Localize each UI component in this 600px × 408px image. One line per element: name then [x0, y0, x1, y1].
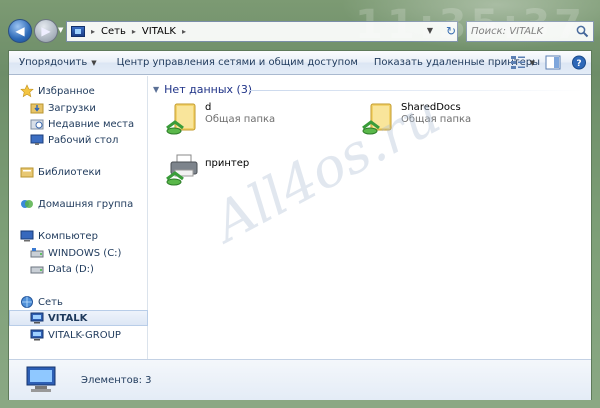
window-frame: 11:35:37 ◀ ▶ ▼ ▸ Сеть ▸ VITALK ▸ ▼ ↻ Пои… [0, 0, 600, 408]
desktop-icon [30, 134, 44, 145]
file-list-pane: ▼ Нет данных (3) d Общая папка SharedDoc… [149, 76, 592, 359]
sidebar-item-label: Избранное [38, 85, 95, 97]
sidebar-item-favorites[interactable]: Избранное [9, 83, 148, 99]
recent-places-icon [30, 119, 44, 130]
tile-name: d [205, 102, 212, 113]
sidebar-item-desktop[interactable]: Рабочий стол [9, 132, 148, 148]
sidebar-item-label: WINDOWS (C:) [48, 247, 122, 259]
help-button[interactable]: ? [571, 55, 587, 70]
tile-shared-folder-shareddocs[interactable]: SharedDocs Общая папка [361, 102, 471, 136]
sidebar-item-homegroup[interactable]: Домашняя группа [9, 196, 148, 212]
shared-folder-icon [362, 103, 392, 135]
forward-button[interactable]: ▶ [34, 19, 58, 43]
network-computer-icon [26, 366, 56, 392]
sidebar-item-label: VITALK-GROUP [48, 329, 121, 341]
sidebar-item-drive-d[interactable]: Data (D:) [9, 261, 148, 277]
chevron-right-icon[interactable]: ▸ [132, 27, 136, 36]
drive-icon [30, 248, 44, 258]
sidebar-item-network[interactable]: Сеть [9, 294, 148, 310]
homegroup-icon [21, 200, 33, 208]
explorer-window: Упорядочить ▼ Центр управления сетями и о… [8, 50, 592, 400]
chevron-right-icon[interactable]: ▸ [182, 27, 186, 36]
group-header-label: Нет данных (3) [164, 83, 253, 96]
tile-shared-printer[interactable]: принтер [165, 152, 249, 186]
svg-text:?: ? [576, 59, 581, 69]
search-input[interactable]: Поиск: VITALK [466, 21, 594, 42]
navigation-pane: Избранное Загрузки Недавние места Рабочи… [9, 76, 148, 359]
sidebar-item-label: Недавние места [48, 118, 135, 130]
sidebar-item-label: Сеть [38, 296, 63, 308]
preview-pane-button[interactable] [545, 55, 561, 70]
tile-subtitle: Общая папка [205, 114, 276, 125]
search-icon[interactable] [576, 25, 589, 38]
group-header[interactable]: ▼ Нет данных (3) [153, 83, 252, 96]
toolbar-right-group: ▼ ? [510, 55, 587, 70]
group-divider [249, 90, 584, 91]
sidebar-item-libraries[interactable]: Библиотеки [9, 164, 148, 180]
shared-folder-icon [166, 103, 196, 135]
sidebar-item-vitalk-group[interactable]: VITALK-GROUP [9, 327, 148, 343]
network-computer-icon [30, 329, 44, 341]
view-options-button[interactable]: ▼ [510, 55, 535, 70]
sidebar-item-label: Загрузки [48, 102, 96, 114]
address-bar[interactable]: ▸ Сеть ▸ VITALK ▸ ▼ [66, 21, 458, 42]
sidebar-item-label: Компьютер [38, 230, 98, 242]
command-bar: Упорядочить ▼ Центр управления сетями и о… [9, 51, 591, 75]
network-center-label: Центр управления сетями и общим доступом [116, 57, 358, 68]
libraries-icon [20, 167, 34, 178]
tile-shared-folder-d[interactable]: d Общая папка [165, 102, 275, 136]
computer-icon [20, 230, 34, 242]
tile-subtitle: Общая папка [401, 114, 472, 125]
sidebar-item-label: Рабочий стол [48, 134, 119, 146]
sidebar-item-label: VITALK [48, 312, 88, 324]
chevron-down-icon: ▼ [91, 59, 97, 67]
downloads-folder-icon [30, 103, 44, 114]
shared-printer-icon [166, 154, 198, 186]
refresh-button[interactable]: ↻ [444, 24, 458, 38]
star-icon [20, 84, 34, 98]
recent-pages-dropdown[interactable]: ▼ [58, 26, 66, 36]
sidebar-item-computer[interactable]: Компьютер [9, 228, 148, 244]
sidebar-item-label: Библиотеки [38, 166, 102, 178]
back-button[interactable]: ◀ [8, 19, 32, 43]
organize-label: Упорядочить [19, 57, 88, 68]
arrow-left-icon: ◀ [15, 24, 25, 38]
sidebar-item-label: Домашняя группа [38, 198, 134, 210]
sidebar-item-recent-places[interactable]: Недавние места [9, 116, 148, 132]
search-placeholder: Поиск: VITALK [471, 26, 544, 37]
network-center-button[interactable]: Центр управления сетями и общим доступом [111, 57, 364, 68]
tile-name: принтер [205, 158, 250, 169]
organize-button[interactable]: Упорядочить ▼ [13, 57, 103, 68]
chevron-down-icon: ▼ [153, 85, 160, 94]
clock-ghost: 11:35:37 [355, 2, 586, 48]
breadcrumb-vitalk[interactable]: VITALK [142, 26, 176, 37]
sidebar-item-vitalk[interactable]: VITALK [9, 310, 148, 326]
refresh-icon: ↻ [445, 24, 457, 38]
drive-icon [30, 266, 44, 274]
chevron-right-icon[interactable]: ▸ [91, 27, 95, 36]
network-icon [21, 296, 33, 308]
item-count: Элементов: 3 [81, 374, 152, 386]
view-icon [510, 56, 525, 69]
chevron-down-icon: ▼ [529, 58, 535, 67]
sidebar-item-label: Data (D:) [48, 263, 94, 275]
sidebar-item-downloads[interactable]: Загрузки [9, 100, 148, 116]
sidebar-item-drive-c[interactable]: WINDOWS (C:) [9, 245, 148, 261]
arrow-right-icon: ▶ [41, 24, 51, 38]
network-icon [71, 26, 85, 37]
tile-name: SharedDocs [401, 102, 461, 113]
breadcrumb-network[interactable]: Сеть [101, 26, 126, 37]
address-history-dropdown[interactable]: ▼ [427, 26, 433, 35]
navigation-row: ◀ ▶ ▼ ▸ Сеть ▸ VITALK ▸ ▼ ↻ Поиск: VITAL… [6, 19, 596, 47]
details-pane: Элементов: 3 [9, 359, 591, 400]
network-computer-icon [30, 312, 44, 324]
